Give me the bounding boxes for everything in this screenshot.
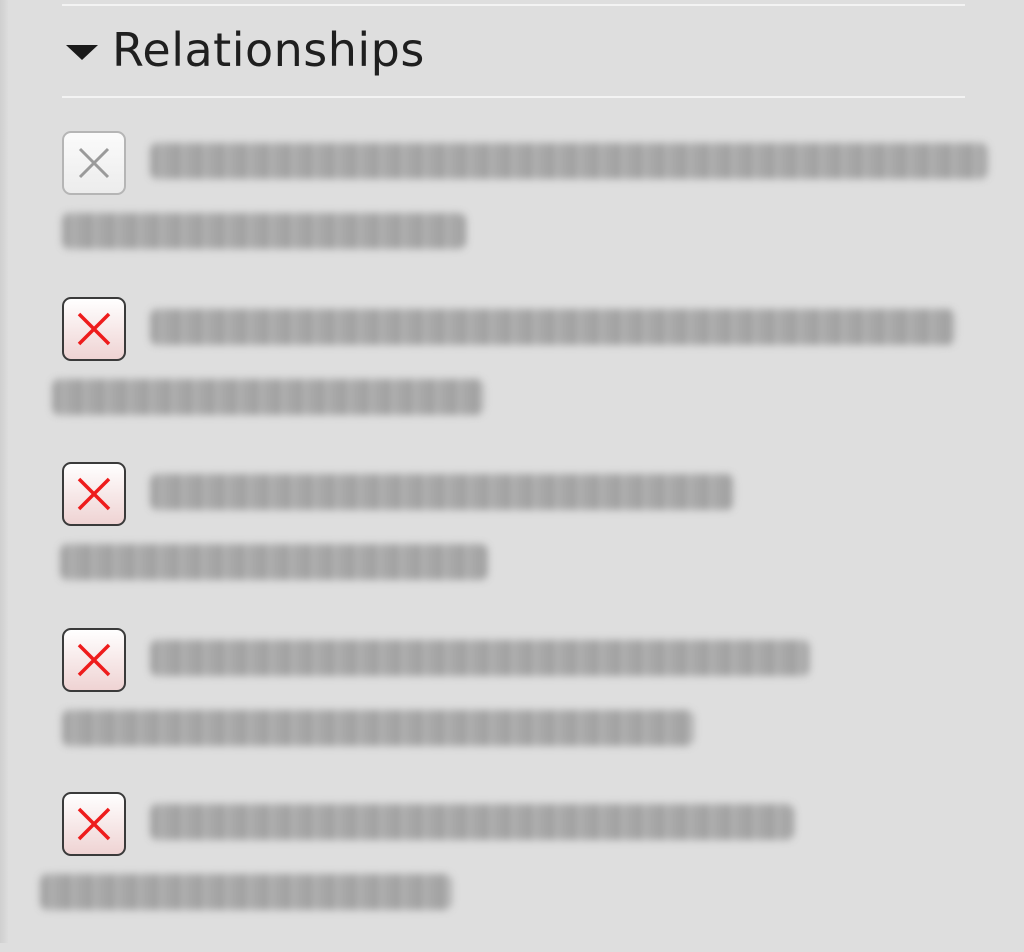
relationship-text-line-1	[150, 640, 810, 676]
relationship-text-line-1	[150, 804, 794, 840]
relationship-text-line-2	[62, 710, 694, 746]
relationship-item	[0, 462, 1024, 622]
relationship-text-line-1	[150, 143, 988, 179]
relationship-text-line-2	[52, 379, 484, 415]
close-x-icon	[77, 312, 111, 346]
relationship-text-line-2	[40, 874, 452, 910]
relationship-text-line-1	[150, 309, 955, 345]
relationship-text-line-1	[150, 474, 734, 510]
close-x-icon	[77, 477, 111, 511]
relationship-text	[0, 131, 1, 132]
relationship-item	[0, 628, 1024, 788]
relationship-item	[0, 297, 1024, 457]
section-divider-bottom	[62, 96, 965, 98]
remove-relationship-button[interactable]	[62, 628, 126, 692]
remove-relationship-button[interactable]	[62, 462, 126, 526]
remove-relationship-button[interactable]	[62, 792, 126, 856]
relationship-text	[0, 628, 1, 629]
close-x-icon	[77, 807, 111, 841]
section-title: Relationships	[112, 23, 425, 77]
relationship-item	[0, 792, 1024, 952]
remove-relationship-button[interactable]	[62, 297, 126, 361]
relationship-text-line-2	[62, 213, 466, 249]
relationship-item	[0, 131, 1024, 291]
disclosure-triangle-down-icon[interactable]	[66, 44, 98, 60]
relationship-text	[0, 792, 1, 793]
close-x-icon	[77, 643, 111, 677]
close-x-icon	[78, 147, 110, 179]
relationship-text-line-2	[60, 544, 488, 580]
relationships-section-header[interactable]: Relationships	[66, 18, 425, 82]
relationship-text	[0, 297, 1, 298]
relationship-text	[0, 462, 1, 463]
remove-relationship-button[interactable]	[62, 131, 126, 195]
section-divider-top	[62, 4, 965, 6]
